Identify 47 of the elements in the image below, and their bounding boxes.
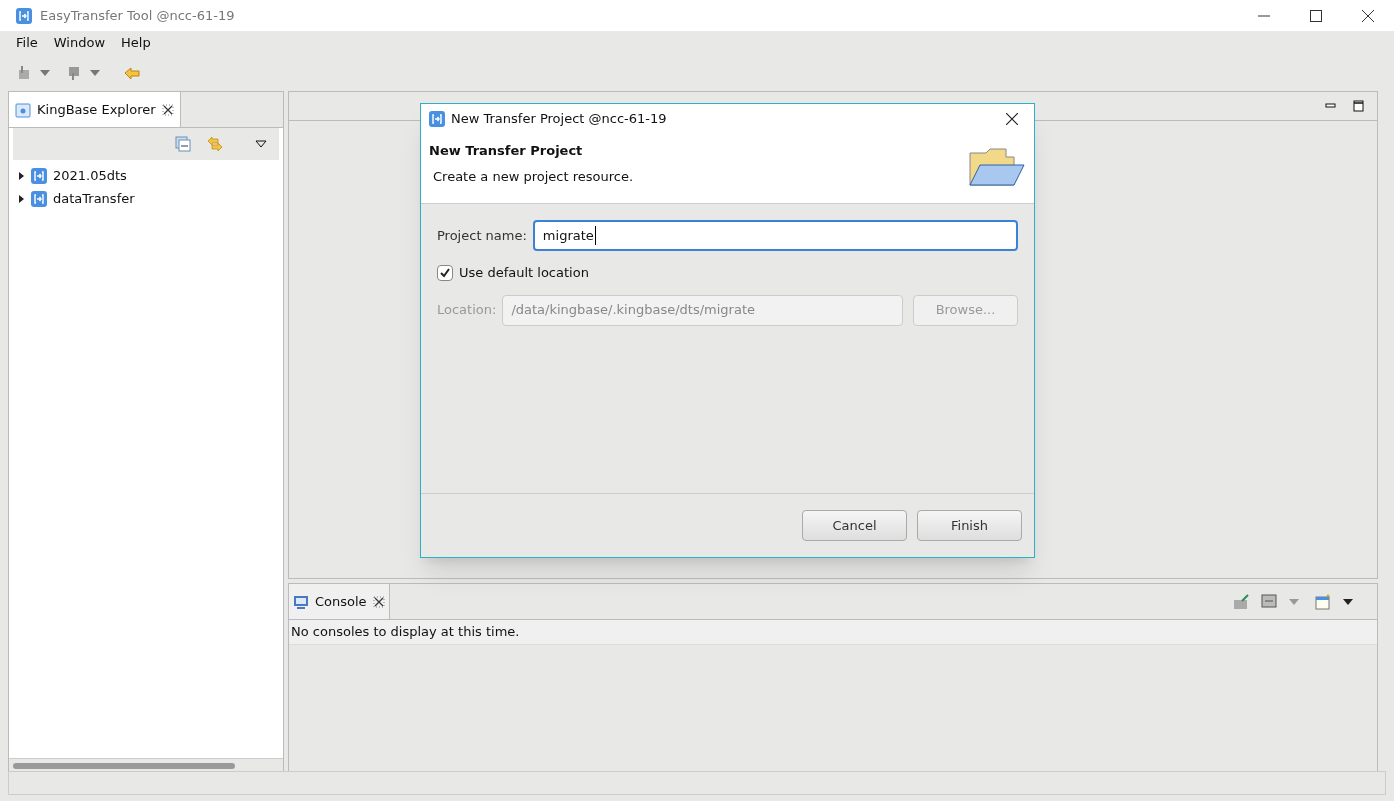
monitor-icon	[293, 593, 309, 610]
horizontal-scrollbar[interactable]	[9, 758, 283, 772]
tab-label: KingBase Explorer	[37, 100, 156, 119]
maximize-icon[interactable]	[1353, 100, 1365, 112]
tree-item[interactable]: dataTransfer	[9, 187, 283, 210]
checkbox[interactable]	[437, 264, 453, 281]
tree-item-label: 2021.05dts	[53, 166, 127, 185]
project-name-label: Project name:	[437, 226, 527, 245]
collapse-all-icon[interactable]	[175, 136, 191, 152]
close-icon[interactable]	[1362, 9, 1374, 22]
view-menu-icon[interactable]	[255, 140, 267, 148]
project-name-field[interactable]: migrate	[532, 220, 1018, 251]
location-label: Location:	[437, 301, 497, 320]
tree-item[interactable]: 2021.05dts	[9, 164, 283, 187]
maximize-icon[interactable]	[1310, 9, 1322, 22]
console-message: No consoles to display at this time.	[289, 620, 1377, 645]
dialog-button[interactable]: Finish	[917, 510, 1022, 541]
dropdown-arrow-icon[interactable]	[1343, 597, 1353, 606]
checkmark-icon	[439, 266, 451, 279]
calendar-icon	[15, 101, 31, 118]
checkbox-label: Use default location	[459, 264, 589, 282]
dialog-title: New Transfer Project @ncc-61-19	[451, 109, 667, 128]
sync-arrows-icon[interactable]	[207, 136, 223, 152]
tab-label: Console	[315, 592, 367, 611]
pin-console-icon[interactable]	[1233, 593, 1249, 610]
menu-item[interactable]: Help	[113, 33, 159, 53]
project-icon	[31, 190, 47, 207]
explorer-tab[interactable]: KingBase Explorer	[9, 92, 181, 127]
dialog-description: Create a new project resource.	[432, 167, 635, 186]
app-logo-icon	[16, 7, 32, 24]
monitor-icon[interactable]	[1261, 593, 1277, 610]
menu-item[interactable]: File	[8, 33, 46, 53]
tree-item-label: dataTransfer	[53, 189, 135, 208]
project-icon	[31, 167, 47, 184]
arrow-icon[interactable]	[124, 65, 140, 81]
close-icon[interactable]	[1006, 112, 1018, 125]
menu-item[interactable]: Window	[45, 33, 114, 53]
expand-arrow-icon[interactable]	[17, 194, 25, 203]
close-tab-icon[interactable]	[372, 595, 385, 608]
dialog-button[interactable]: Cancel	[802, 510, 907, 541]
expand-arrow-icon[interactable]	[17, 171, 25, 180]
new-window-icon[interactable]	[1315, 593, 1331, 610]
window-title: EasyTransfer Tool @ncc-61-19	[40, 6, 235, 25]
close-tab-icon[interactable]	[161, 103, 174, 116]
app-logo-icon	[429, 110, 445, 127]
dialog-heading: New Transfer Project	[429, 142, 584, 160]
console-tab[interactable]: Console	[289, 584, 390, 619]
